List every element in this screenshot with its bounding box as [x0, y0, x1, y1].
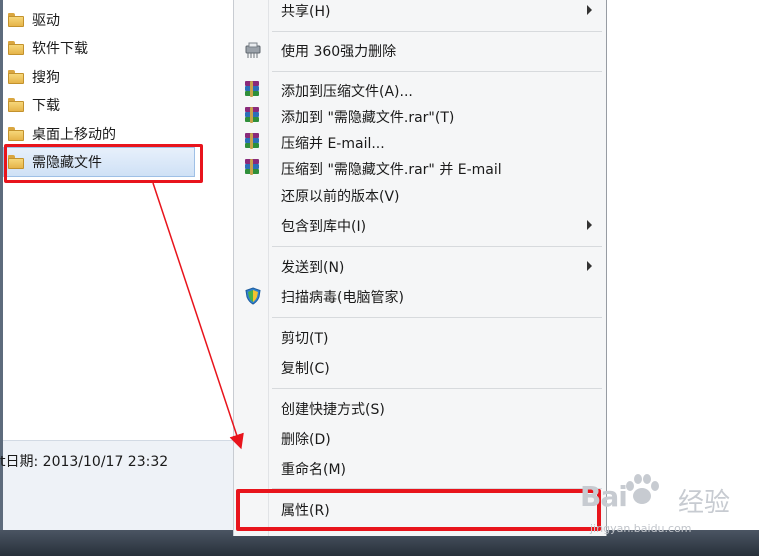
menu-item-label: 压缩到 "需隐藏文件.rar" 并 E-mail [281, 162, 502, 178]
submenu-arrow-icon [587, 5, 592, 15]
menu-item-label: 剪切(T) [281, 331, 329, 347]
folder-icon [8, 70, 24, 84]
shield-icon [244, 287, 262, 305]
menu-item-compress-email[interactable]: 压缩并 E-mail... [234, 129, 606, 155]
watermark-url: jingyan.baidu.com [590, 522, 692, 535]
context-menu: 共享(H) 使用 360强力删除 添加到压缩文件(A)... 添加到 "需隐藏文… [233, 0, 607, 536]
menu-item-label: 使用 360强力删除 [281, 44, 397, 60]
watermark-logo: Bai [580, 480, 628, 513]
menu-item-label: 重命名(M) [281, 462, 347, 478]
menu-item-label: 删除(D) [281, 432, 331, 448]
menu-separator [272, 246, 602, 247]
winrar-icon [244, 133, 262, 151]
menu-item-label: 扫描病毒(电脑管家) [281, 290, 404, 306]
shredder-icon [244, 41, 262, 59]
baidu-jingyan-watermark: Bai 经验 jingyan.baidu.com [580, 474, 750, 548]
menu-item-label: 压缩并 E-mail... [281, 136, 385, 152]
tree-item-label: 驱动 [32, 13, 60, 29]
tree-item-downloads[interactable]: 下载 [8, 91, 60, 119]
folder-icon [8, 98, 24, 112]
menu-item-compress-rar-email[interactable]: 压缩到 "需隐藏文件.rar" 并 E-mail [234, 155, 606, 181]
tree-item-label: 搜狗 [32, 70, 60, 86]
submenu-arrow-icon [587, 220, 592, 230]
menu-item-scan-virus[interactable]: 扫描病毒(电脑管家) [234, 283, 606, 309]
menu-item-create-shortcut[interactable]: 创建快捷方式(S) [234, 395, 606, 421]
tree-item-sogou[interactable]: 搜狗 [8, 63, 60, 91]
paw-icon [626, 474, 659, 504]
menu-item-delete[interactable]: 删除(D) [234, 425, 606, 451]
menu-item-rename[interactable]: 重命名(M) [234, 455, 606, 481]
tree-item-label: 桌面上移动的 [32, 127, 116, 143]
submenu-arrow-icon [587, 261, 592, 271]
menu-separator [272, 388, 602, 389]
tree-item-label: 下载 [32, 98, 60, 114]
menu-separator [272, 71, 602, 72]
menu-item-360-force-delete[interactable]: 使用 360强力删除 [234, 37, 606, 63]
menu-item-include-in-library[interactable]: 包含到库中(I) [234, 212, 606, 238]
menu-item-label: 创建快捷方式(S) [281, 402, 385, 418]
tree-item-software-downloads[interactable]: 软件下载 [8, 34, 88, 62]
winrar-icon [244, 107, 262, 125]
menu-item-label: 共享(H) [281, 4, 331, 20]
folder-icon [8, 127, 24, 141]
menu-item-label: 发送到(N) [281, 260, 345, 276]
menu-item-label: 添加到压缩文件(A)... [281, 84, 413, 100]
winrar-icon [244, 81, 262, 99]
menu-item-cut[interactable]: 剪切(T) [234, 324, 606, 350]
menu-item-send-to[interactable]: 发送到(N) [234, 253, 606, 279]
menu-separator [272, 317, 602, 318]
menu-item-share[interactable]: 共享(H) [234, 0, 606, 23]
menu-item-label: 复制(C) [281, 361, 330, 377]
tree-item-drivers[interactable]: 驱动 [8, 6, 60, 34]
menu-item-label: 还原以前的版本(V) [281, 189, 400, 205]
properties-annotation-box [236, 489, 601, 531]
folder-icon [8, 13, 24, 27]
tree-item-label: 软件下载 [32, 41, 88, 57]
menu-item-label: 添加到 "需隐藏文件.rar"(T) [281, 110, 455, 126]
watermark-text: 经验 [678, 488, 731, 518]
modified-date-text: t日期: 2013/10/17 23:32 [0, 454, 169, 470]
menu-item-restore-previous[interactable]: 还原以前的版本(V) [234, 182, 606, 208]
folder-icon [8, 41, 24, 55]
menu-item-label: 包含到库中(I) [281, 219, 367, 235]
winrar-icon [244, 159, 262, 177]
menu-item-copy[interactable]: 复制(C) [234, 354, 606, 380]
menu-separator [272, 31, 602, 32]
menu-item-add-to-rar[interactable]: 添加到 "需隐藏文件.rar"(T) [234, 103, 606, 129]
selection-annotation-box [4, 144, 203, 183]
menu-item-add-to-archive[interactable]: 添加到压缩文件(A)... [234, 77, 606, 103]
